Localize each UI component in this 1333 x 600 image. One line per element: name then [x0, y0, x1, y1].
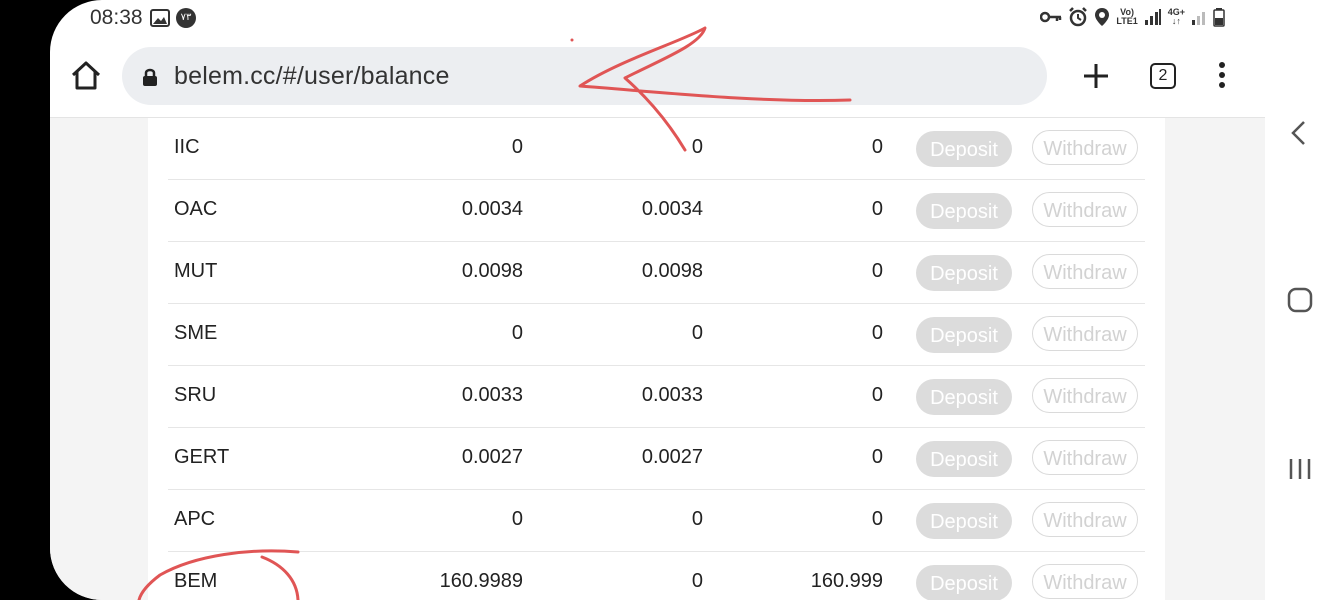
deposit-button[interactable]: Deposit: [916, 317, 1012, 353]
deposit-button[interactable]: Deposit: [916, 441, 1012, 477]
balance-card: IIC 0 0 0 Deposit Withdraw OAC 0.0034 0.0034 0 Dep…: [148, 118, 1165, 600]
android-nav-bar: [1265, 0, 1333, 600]
balance-row-apc: APC 0 0 0 Deposit Withdraw: [168, 490, 1145, 552]
balance-row-mut: MUT 0.0098 0.0098 0 Deposit Withdraw: [168, 242, 1145, 304]
back-chevron-icon[interactable]: [1289, 120, 1309, 146]
total-balance: 160.9989: [439, 570, 523, 592]
balance-row-iic: IIC 0 0 0 Deposit Withdraw: [168, 118, 1145, 180]
available-balance: 0.0027: [641, 446, 703, 468]
page-content: IIC 0 0 0 Deposit Withdraw OAC 0.0034 0.0034 0 Dep…: [50, 117, 1265, 600]
available-balance: 0: [691, 136, 703, 158]
image-notification-icon: [150, 9, 170, 27]
phone-screen: 08:38 ٧٣ Vo) LTE1 4G+ ↓↑ belem.cc/#/user…: [50, 0, 1265, 600]
lock-icon: [143, 68, 157, 86]
frozen-balance: 0: [871, 136, 883, 158]
total-balance: 0: [511, 136, 523, 158]
coin-symbol: BEM: [174, 570, 218, 592]
url-text: belem.cc/#/user/balance: [174, 62, 450, 90]
balance-row-gert: GERT 0.0027 0.0027 0 Deposit Withdraw: [168, 428, 1145, 490]
frozen-balance: 0: [871, 260, 883, 282]
withdraw-button[interactable]: Withdraw: [1032, 378, 1138, 413]
deposit-button[interactable]: Deposit: [916, 193, 1012, 229]
signal-icon: [1144, 9, 1161, 25]
home-square-icon[interactable]: [1287, 287, 1313, 313]
status-right-icons: Vo) LTE1 4G+ ↓↑: [1040, 7, 1225, 27]
balance-row-bem: BEM 160.9989 0 160.999 Deposit Withdraw: [168, 552, 1145, 600]
available-balance: 0: [691, 570, 703, 592]
app-badge-icon: ٧٣: [176, 8, 196, 28]
signal-icon-2: [1192, 12, 1205, 25]
withdraw-button[interactable]: Withdraw: [1032, 192, 1138, 227]
tab-count-button[interactable]: 2: [1150, 63, 1176, 89]
coin-symbol: APC: [174, 508, 216, 530]
available-balance: 0: [691, 508, 703, 530]
coin-symbol: IIC: [174, 136, 200, 158]
volte-indicator: Vo) LTE1: [1116, 7, 1138, 26]
total-balance: 0.0033: [461, 384, 523, 406]
coin-symbol: MUT: [174, 260, 218, 282]
balance-row-sme: SME 0 0 0 Deposit Withdraw: [168, 304, 1145, 366]
status-time: 08:38: [90, 6, 143, 29]
total-balance: 0: [511, 508, 523, 530]
deposit-button[interactable]: Deposit: [916, 379, 1012, 415]
withdraw-button[interactable]: Withdraw: [1032, 130, 1138, 165]
coin-symbol: GERT: [174, 446, 230, 468]
battery-icon: [1213, 8, 1225, 27]
recents-icon[interactable]: [1287, 456, 1313, 482]
frozen-balance: 0: [871, 446, 883, 468]
coin-symbol: SME: [174, 322, 218, 344]
coin-symbol: OAC: [174, 198, 218, 220]
plus-icon[interactable]: [1080, 60, 1112, 92]
total-balance: 0.0034: [461, 198, 523, 220]
available-balance: 0.0098: [641, 260, 703, 282]
available-balance: 0.0034: [641, 198, 703, 220]
frozen-balance: 0: [871, 508, 883, 530]
alarm-icon: [1069, 7, 1088, 27]
home-icon[interactable]: [70, 60, 102, 92]
withdraw-button[interactable]: Withdraw: [1032, 502, 1138, 537]
more-vert-icon[interactable]: [1214, 62, 1230, 92]
coin-symbol: SRU: [174, 384, 217, 406]
withdraw-button[interactable]: Withdraw: [1032, 316, 1138, 351]
deposit-button[interactable]: Deposit: [916, 131, 1012, 167]
total-balance: 0: [511, 322, 523, 344]
frozen-balance: 160.999: [810, 570, 883, 592]
key-icon: [1040, 11, 1062, 23]
total-balance: 0.0098: [461, 260, 523, 282]
frozen-balance: 0: [871, 198, 883, 220]
location-icon: [1095, 8, 1110, 26]
withdraw-button[interactable]: Withdraw: [1032, 564, 1138, 599]
available-balance: 0: [691, 322, 703, 344]
balance-row-oac: OAC 0.0034 0.0034 0 Deposit Withdraw: [168, 180, 1145, 242]
available-balance: 0.0033: [641, 384, 703, 406]
status-bar: 08:38 ٧٣ Vo) LTE1 4G+ ↓↑: [50, 0, 1265, 36]
deposit-button[interactable]: Deposit: [916, 565, 1012, 600]
browser-toolbar: belem.cc/#/user/balance 2: [50, 40, 1265, 116]
deposit-button[interactable]: Deposit: [916, 503, 1012, 539]
deposit-button[interactable]: Deposit: [916, 255, 1012, 291]
withdraw-button[interactable]: Withdraw: [1032, 440, 1138, 475]
frozen-balance: 0: [871, 322, 883, 344]
frozen-balance: 0: [871, 384, 883, 406]
url-bar[interactable]: belem.cc/#/user/balance: [122, 47, 1047, 105]
total-balance: 0.0027: [461, 446, 523, 468]
withdraw-button[interactable]: Withdraw: [1032, 254, 1138, 289]
status-left-icons: ٧٣: [150, 8, 196, 28]
balance-table: IIC 0 0 0 Deposit Withdraw OAC 0.0034 0.0034 0 Dep…: [168, 118, 1145, 600]
balance-row-sru: SRU 0.0033 0.0033 0 Deposit Withdraw: [168, 366, 1145, 428]
network-indicator: 4G+ ↓↑: [1167, 7, 1185, 26]
